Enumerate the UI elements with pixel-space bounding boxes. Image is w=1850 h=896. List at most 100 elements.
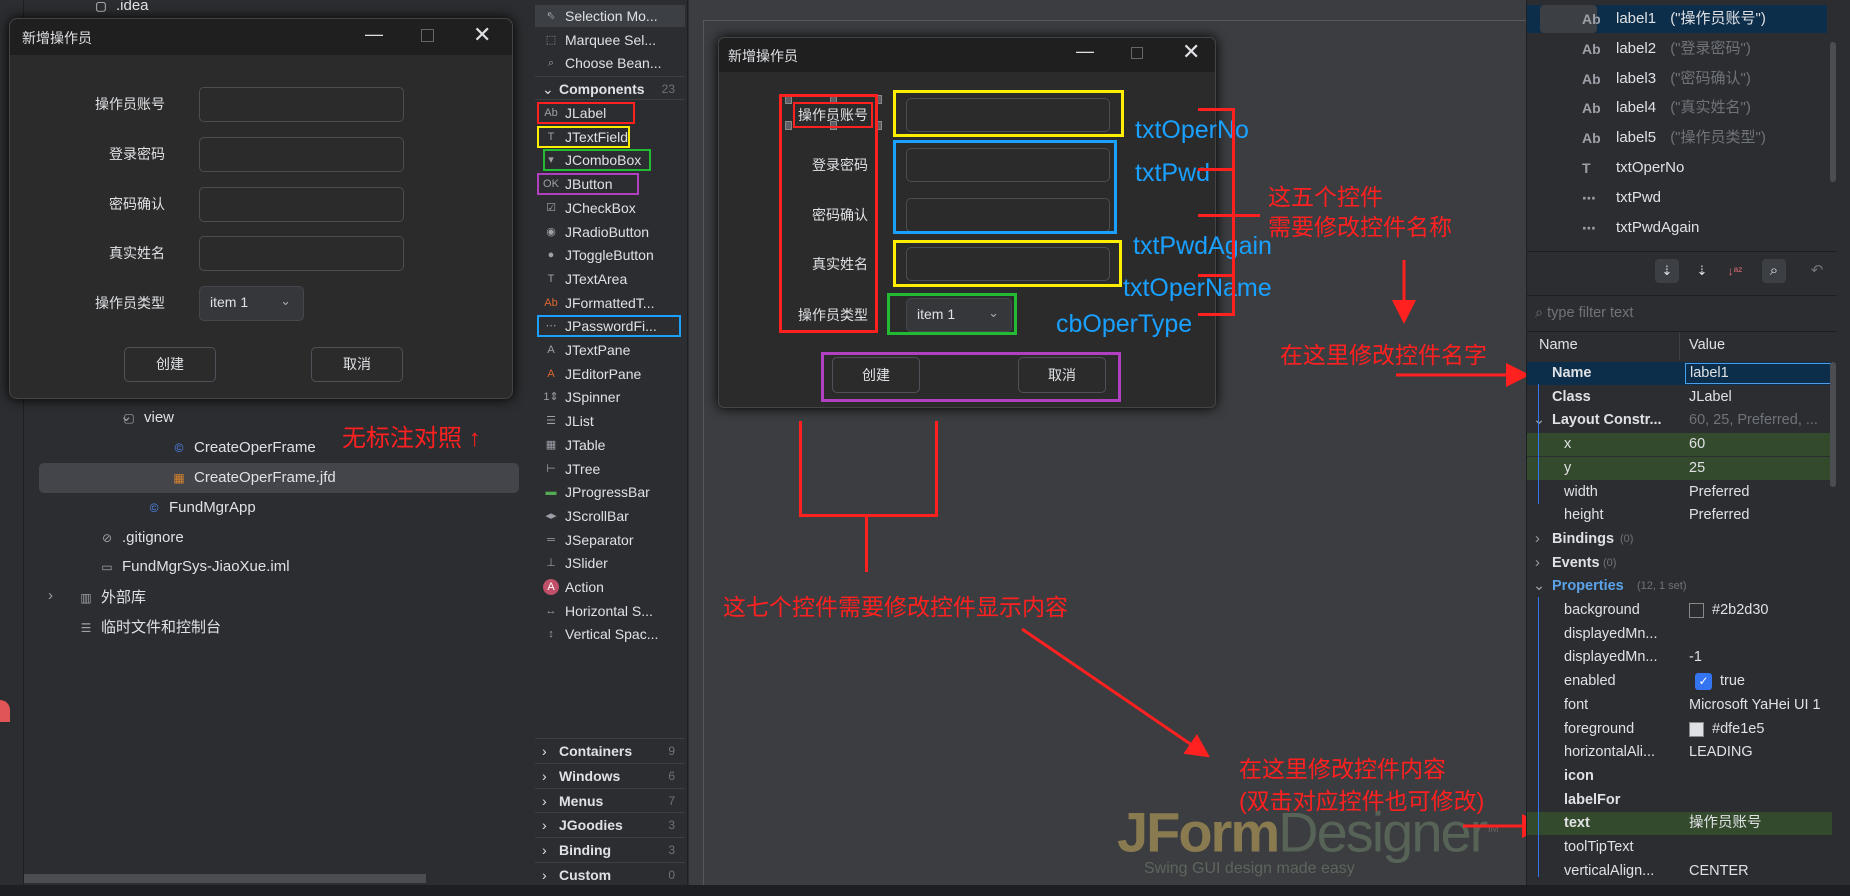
property-row-verticalalign[interactable]: verticalAlign... CENTER xyxy=(1527,860,1832,883)
palette-tool[interactable]: ⬚ Marquee Sel... xyxy=(535,29,685,51)
palette-item-jprogressbar[interactable]: ▬ JProgressBar xyxy=(535,481,685,503)
palette-tool-label: Selection Mo... xyxy=(565,8,658,24)
palette-item-jscrollbar[interactable]: ◂▸ JScrollBar xyxy=(535,505,685,527)
name-value-input[interactable]: label1 xyxy=(1685,363,1833,384)
tree-item[interactable]: © CreateOperFrame xyxy=(170,437,316,459)
sort-group-icon[interactable]: ⇣ xyxy=(1690,259,1714,283)
palette-item-jtextpane[interactable]: A JTextPane xyxy=(535,339,685,361)
property-row-name[interactable]: Name label1 xyxy=(1527,362,1833,385)
tool-window-icon[interactable] xyxy=(0,700,10,722)
components-category[interactable]: ⌄ Components 23 xyxy=(535,76,685,100)
palette-item-jeditorpane[interactable]: A JEditorPane xyxy=(535,363,685,385)
property-row-displayedmn[interactable]: displayedMn... xyxy=(1527,623,1832,646)
maximize-icon[interactable] xyxy=(421,29,434,42)
column-divider[interactable] xyxy=(1679,332,1680,360)
property-row-background[interactable]: background #2b2d30 xyxy=(1527,599,1832,622)
component-tree-item[interactable]: ⋯ txtPwd xyxy=(1527,184,1827,212)
component-tree-item[interactable]: TtxtOperNo xyxy=(1527,154,1827,182)
property-name: height xyxy=(1564,507,1604,524)
search-icon[interactable]: ⌕ xyxy=(1762,259,1786,283)
ref-text-field[interactable] xyxy=(199,235,404,271)
cancel-button[interactable]: 取消 xyxy=(311,347,403,382)
palette-item-jradiobutton[interactable]: ◉ JRadioButton xyxy=(535,221,685,243)
column-header-name[interactable]: Name xyxy=(1539,337,1578,353)
enabled-checkbox[interactable]: ✓ xyxy=(1695,673,1712,691)
ref-text-field[interactable] xyxy=(199,186,404,222)
property-row-bindings[interactable]: › Bindings (0) xyxy=(1527,528,1832,551)
ref-combo-box[interactable]: item 1 ⌄ xyxy=(199,285,304,321)
property-row-foreground[interactable]: foreground #dfe1e5 xyxy=(1527,718,1832,741)
category-windows[interactable]: › Windows 6 xyxy=(535,762,685,787)
tree-item[interactable]: © FundMgrApp xyxy=(145,497,256,519)
tree-item[interactable]: ▦ CreateOperFrame.jfd xyxy=(170,467,335,489)
palette-item-jtable[interactable]: ▦ JTable xyxy=(535,434,685,456)
palette-item-horizontals[interactable]: ↔ Horizontal S... xyxy=(535,600,685,622)
minimize-icon[interactable]: — xyxy=(365,24,383,45)
property-row-properties[interactable]: ⌄ Properties (12, 1 set) xyxy=(1527,575,1832,598)
property-row-x[interactable]: x 60 xyxy=(1527,433,1832,457)
component-tree-item[interactable]: Ab label4 ("真实姓名") xyxy=(1527,94,1827,122)
palette-item-jcheckbox[interactable]: ☑ JCheckBox xyxy=(535,197,685,219)
palette-item-jtextarea[interactable]: T JTextArea xyxy=(535,268,685,290)
category-jgoodies[interactable]: › JGoodies 3 xyxy=(535,812,685,837)
component-tree-item[interactable]: Ab label3 ("密码确认") xyxy=(1527,65,1827,93)
palette-item-jslider[interactable]: ⊥ JSlider xyxy=(535,552,685,574)
tree-item-idea[interactable]: ▢ .idea xyxy=(92,0,148,16)
tree-item[interactable]: ⊘ .gitignore xyxy=(98,527,184,549)
filter-input[interactable]: ⌕ type filter text xyxy=(1535,302,1825,324)
sort-alpha-icon[interactable]: ↓ᵃᶻ xyxy=(1723,259,1747,283)
property-row-events[interactable]: › Events (0) xyxy=(1527,552,1832,575)
category-custom[interactable]: › Custom 0 xyxy=(535,862,685,886)
property-row-icon[interactable]: icon xyxy=(1527,765,1832,788)
palette-tool[interactable]: ⇖ Selection Mo... xyxy=(535,5,685,27)
component-tree-item[interactable]: ⋯ txtPwdAgain xyxy=(1527,214,1827,242)
property-row-horizontalali[interactable]: horizontalAli... LEADING xyxy=(1527,741,1832,764)
category-binding[interactable]: › Binding 3 xyxy=(535,837,685,862)
property-row-enabled[interactable]: enabled ✓ true xyxy=(1527,670,1832,693)
chevron-icon[interactable]: ⌄ xyxy=(120,407,133,425)
property-row-tooltiptext[interactable]: toolTipText xyxy=(1527,836,1832,859)
property-row-text[interactable]: text 操作员账号 xyxy=(1527,812,1832,836)
palette-item-jlist[interactable]: ☰ JList xyxy=(535,410,685,432)
property-row-width[interactable]: width Preferred xyxy=(1527,481,1832,504)
property-row-layoutconstr[interactable]: ⌄ Layout Constr... 60, 25, Preferred, ... xyxy=(1527,409,1832,432)
maximize-icon[interactable] xyxy=(1131,47,1143,59)
property-row-labelfor[interactable]: labelFor xyxy=(1527,789,1832,812)
ref-text-field[interactable] xyxy=(199,136,404,172)
tree-item[interactable]: ▥ 外部库 xyxy=(77,587,146,609)
tree-scrollbar[interactable] xyxy=(1830,42,1836,182)
palette-item-jtree[interactable]: ⊢ JTree xyxy=(535,458,685,480)
property-row-height[interactable]: height Preferred xyxy=(1527,504,1832,527)
undo-icon[interactable]: ↶ xyxy=(1805,259,1829,283)
component-tree-item[interactable]: Ab label5 ("操作员类型") xyxy=(1527,124,1827,152)
palette-item-verticalspac[interactable]: ↕ Vertical Spac... xyxy=(535,623,685,645)
component-tree-item[interactable]: Ab label1 ("操作员账号") xyxy=(1527,5,1827,33)
horizontal-scrollbar[interactable] xyxy=(24,874,426,883)
property-row-displayedmn[interactable]: displayedMn... -1 xyxy=(1527,646,1832,669)
palette-item-jseparator[interactable]: ═ JSeparator xyxy=(535,529,685,551)
property-row-y[interactable]: y 25 xyxy=(1527,456,1832,480)
create-button[interactable]: 创建 xyxy=(124,347,216,382)
palette-item-jformattedt[interactable]: Ab JFormattedT... xyxy=(535,292,685,314)
property-row-class[interactable]: Class JLabel xyxy=(1527,386,1832,409)
palette-item-jtogglebutton[interactable]: ● JToggleButton xyxy=(535,244,685,266)
tree-item[interactable]: ☰ 临时文件和控制台 xyxy=(77,617,221,639)
palette-tool[interactable]: ⌕ Choose Bean... xyxy=(535,52,685,74)
property-row-font[interactable]: font Microsoft YaHei UI 1 xyxy=(1527,694,1832,717)
close-icon[interactable]: ✕ xyxy=(1182,39,1200,65)
tree-item[interactable]: ▭ FundMgrSys-JiaoXue.iml xyxy=(98,556,289,578)
category-containers[interactable]: › Containers 9 xyxy=(535,738,685,762)
palette-item-action[interactable]: A Action xyxy=(535,576,685,598)
close-icon[interactable]: ✕ xyxy=(473,22,491,48)
chevron-icon[interactable]: › xyxy=(48,587,53,604)
ref-text-field[interactable] xyxy=(199,86,404,122)
category-menus[interactable]: › Menus 7 xyxy=(535,787,685,812)
chevron-right-icon: › xyxy=(542,792,547,809)
category-count: 3 xyxy=(668,818,675,833)
properties-scrollbar[interactable] xyxy=(1830,362,1836,487)
minimize-icon[interactable]: — xyxy=(1076,41,1094,62)
component-tree-item[interactable]: Ab label2 ("登录密码") xyxy=(1527,35,1827,63)
column-header-value[interactable]: Value xyxy=(1689,337,1725,353)
sort-category-icon[interactable]: ⇣ xyxy=(1655,259,1679,283)
palette-item-jspinner[interactable]: 1⇕ JSpinner xyxy=(535,386,685,408)
